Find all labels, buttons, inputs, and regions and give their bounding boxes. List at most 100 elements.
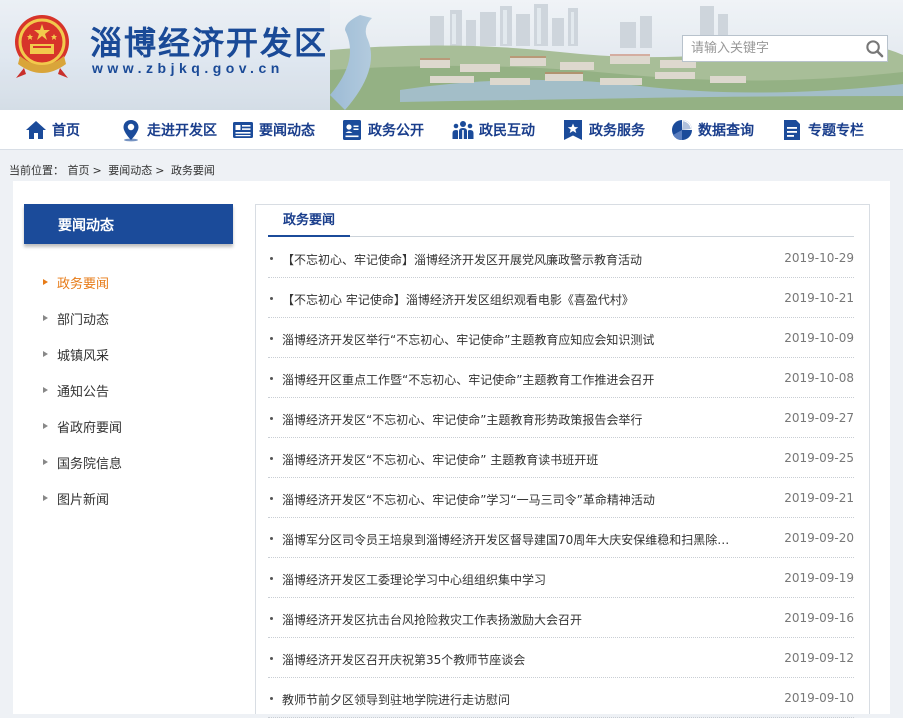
news-title[interactable]: 淄博经济开发区“不忘初心、牢记使命”学习“一马三司令”革命精神活动 (282, 491, 740, 508)
sidebar-title: 要闻动态 (58, 218, 114, 234)
nav-item-label: 走进开发区 (147, 123, 217, 139)
nav-item-label: 政民互动 (479, 123, 535, 139)
caret-right-icon (43, 351, 48, 357)
bullet-icon (270, 337, 273, 340)
news-title[interactable]: 淄博军分区司令员王培泉到淄博经济开发区督导建国70周年大庆安保维稳和扫黑除恶..… (282, 531, 740, 548)
news-icon (233, 122, 253, 138)
star-bookmark-icon (564, 120, 582, 140)
news-row[interactable]: 淄博经济开发区“不忘初心、牢记使命”主题教育形势政策报告会举行 2019-09-… (268, 398, 854, 438)
caret-right-icon (43, 423, 48, 429)
id-card-icon (343, 120, 361, 140)
news-row[interactable]: 淄博军分区司令员王培泉到淄博经济开发区督导建国70周年大庆安保维稳和扫黑除恶..… (268, 518, 854, 558)
nav-item-topics[interactable]: 专题专栏 (780, 110, 864, 150)
main-nav: 首页 走进开发区 要闻动态 政务公开 政民互动 政务服务 数据查询 专题专栏 (0, 110, 903, 150)
site-url: www.zbjkq.gov.cn (92, 60, 284, 76)
news-date: 2019-09-19 (784, 571, 854, 585)
caret-right-icon (43, 315, 48, 321)
sidebar-item-dept-news[interactable]: 部门动态 (43, 307, 233, 343)
news-row[interactable]: 【不忘初心、牢记使命】淄博经济开发区开展党风廉政警示教育活动 2019-10-2… (268, 238, 854, 278)
header-banner: 淄博经济开发区 www.zbjkq.gov.cn (0, 0, 903, 110)
sidebar-item-state-council[interactable]: 国务院信息 (43, 451, 233, 487)
breadcrumb-prefix: 当前位置： (9, 164, 64, 177)
news-title[interactable]: 淄博经济开发区“不忘初心、牢记使命”主题教育形势政策报告会举行 (282, 411, 740, 428)
document-icon (784, 120, 800, 140)
nav-item-label: 要闻动态 (259, 123, 315, 139)
news-date: 2019-09-25 (784, 451, 854, 465)
news-panel: 政务要闻 【不忘初心、牢记使命】淄博经济开发区开展党风廉政警示教育活动 2019… (255, 204, 870, 718)
nav-item-interaction[interactable]: 政民互动 (451, 110, 535, 150)
search-input[interactable] (683, 36, 861, 61)
breadcrumb-separator: > (92, 164, 102, 177)
news-row[interactable]: 淄博经济开发区“不忘初心、牢记使命” 主题教育读书班开班 2019-09-25 (268, 438, 854, 478)
search-box (682, 35, 888, 62)
news-title[interactable]: 淄博经济开发区抗击台风抢险救灾工作表扬激励大会召开 (282, 611, 740, 628)
nav-item-home[interactable]: 首页 (24, 110, 80, 150)
sidebar-item-label: 国务院信息 (57, 457, 123, 472)
news-title[interactable]: 淄博经济开发区工委理论学习中心组组织集中学习 (282, 571, 740, 588)
sidebar-header: 要闻动态 (24, 204, 233, 244)
caret-right-icon (43, 387, 48, 393)
bullet-icon (270, 617, 273, 620)
national-emblem-icon (15, 15, 69, 78)
sidebar-item-label: 部门动态 (57, 313, 110, 328)
pie-chart-icon (672, 120, 692, 141)
bullet-icon (270, 697, 273, 700)
nav-item-gov-info[interactable]: 政务公开 (340, 110, 424, 150)
news-title[interactable]: 淄博经济开发区召开庆祝第35个教师节座谈会 (282, 651, 740, 668)
news-date: 2019-10-09 (784, 331, 854, 345)
bullet-icon (270, 497, 273, 500)
news-title[interactable]: 淄博经济开发区举行“不忘初心、牢记使命”主题教育应知应会知识测试 (282, 331, 740, 348)
news-row[interactable]: 淄博经济开发区举行“不忘初心、牢记使命”主题教育应知应会知识测试 2019-10… (268, 318, 854, 358)
breadcrumb: 当前位置： 首页 > 要闻动态 > 政务要闻 (9, 162, 215, 178)
news-row[interactable]: 淄博经开区重点工作暨“不忘初心、牢记使命”主题教育工作推进会召开 2019-10… (268, 358, 854, 398)
news-row[interactable]: 淄博经济开发区召开庆祝第35个教师节座谈会 2019-09-12 (268, 638, 854, 678)
breadcrumb-current: 政务要闻 (170, 164, 215, 177)
news-title[interactable]: 【不忘初心、牢记使命】淄博经济开发区开展党风廉政警示教育活动 (282, 251, 740, 268)
news-title[interactable]: 教师节前夕区领导到驻地学院进行走访慰问 (282, 691, 740, 708)
breadcrumb-news-link[interactable]: 要闻动态 (108, 164, 152, 177)
bullet-icon (270, 257, 273, 260)
sidebar-item-notices[interactable]: 通知公告 (43, 379, 233, 415)
tab-gov-news[interactable]: 政务要闻 (268, 205, 351, 237)
news-row[interactable]: 【不忘初心 牢记使命】淄博经济开发区组织观看电影《喜盈代村》 2019-10-2… (268, 278, 854, 318)
caret-right-icon (43, 279, 48, 285)
news-date: 2019-09-20 (784, 531, 854, 545)
news-date: 2019-09-21 (784, 491, 854, 505)
news-title[interactable]: 淄博经开区重点工作暨“不忘初心、牢记使命”主题教育工作推进会召开 (282, 371, 740, 388)
main-container: 要闻动态 政务要闻 部门动态 城镇风采 通知公告 省政府要闻 国务院信息 图片新… (13, 181, 890, 718)
tab-divider (268, 236, 854, 237)
bullet-icon (270, 657, 273, 660)
caret-right-icon (43, 459, 48, 465)
caret-right-icon (43, 495, 48, 501)
news-title[interactable]: 【不忘初心 牢记使命】淄博经济开发区组织观看电影《喜盈代村》 (282, 291, 740, 308)
news-row[interactable]: 教师节前夕区领导到驻地学院进行走访慰问 2019-09-10 (268, 678, 854, 718)
sidebar-item-province-news[interactable]: 省政府要闻 (43, 415, 233, 451)
news-title[interactable]: 淄博经济开发区“不忘初心、牢记使命” 主题教育读书班开班 (282, 451, 740, 468)
news-date: 2019-10-08 (784, 371, 854, 385)
news-row[interactable]: 淄博经济开发区抗击台风抢险救灾工作表扬激励大会召开 2019-09-16 (268, 598, 854, 638)
sidebar-item-gov-news[interactable]: 政务要闻 (43, 271, 233, 307)
sidebar-item-label: 城镇风采 (57, 349, 110, 364)
news-row[interactable]: 淄博经济开发区工委理论学习中心组组织集中学习 2019-09-19 (268, 558, 854, 598)
nav-item-about[interactable]: 走进开发区 (119, 110, 217, 150)
search-icon[interactable] (865, 39, 884, 58)
sidebar-menu: 政务要闻 部门动态 城镇风采 通知公告 省政府要闻 国务院信息 图片新闻 (43, 271, 233, 523)
nav-item-services[interactable]: 政务服务 (561, 110, 645, 150)
location-pin-icon (123, 120, 139, 142)
nav-item-news[interactable]: 要闻动态 (231, 110, 315, 150)
nav-item-data-query[interactable]: 数据查询 (670, 110, 754, 150)
nav-item-label: 专题专栏 (808, 123, 864, 139)
news-date: 2019-09-16 (784, 611, 854, 625)
nav-item-label: 政务服务 (589, 123, 645, 139)
sidebar-item-photo-news[interactable]: 图片新闻 (43, 487, 233, 523)
news-date: 2019-09-10 (784, 691, 854, 705)
home-icon (26, 121, 46, 139)
breadcrumb-home-link[interactable]: 首页 (68, 164, 90, 177)
news-date: 2019-10-21 (784, 291, 854, 305)
news-date: 2019-09-12 (784, 651, 854, 665)
bullet-icon (270, 417, 273, 420)
site-title: 淄博经济开发区 (90, 24, 329, 62)
sidebar-item-town-style[interactable]: 城镇风采 (43, 343, 233, 379)
news-list: 【不忘初心、牢记使命】淄博经济开发区开展党风廉政警示教育活动 2019-10-2… (268, 238, 854, 718)
news-row[interactable]: 淄博经济开发区“不忘初心、牢记使命”学习“一马三司令”革命精神活动 2019-0… (268, 478, 854, 518)
